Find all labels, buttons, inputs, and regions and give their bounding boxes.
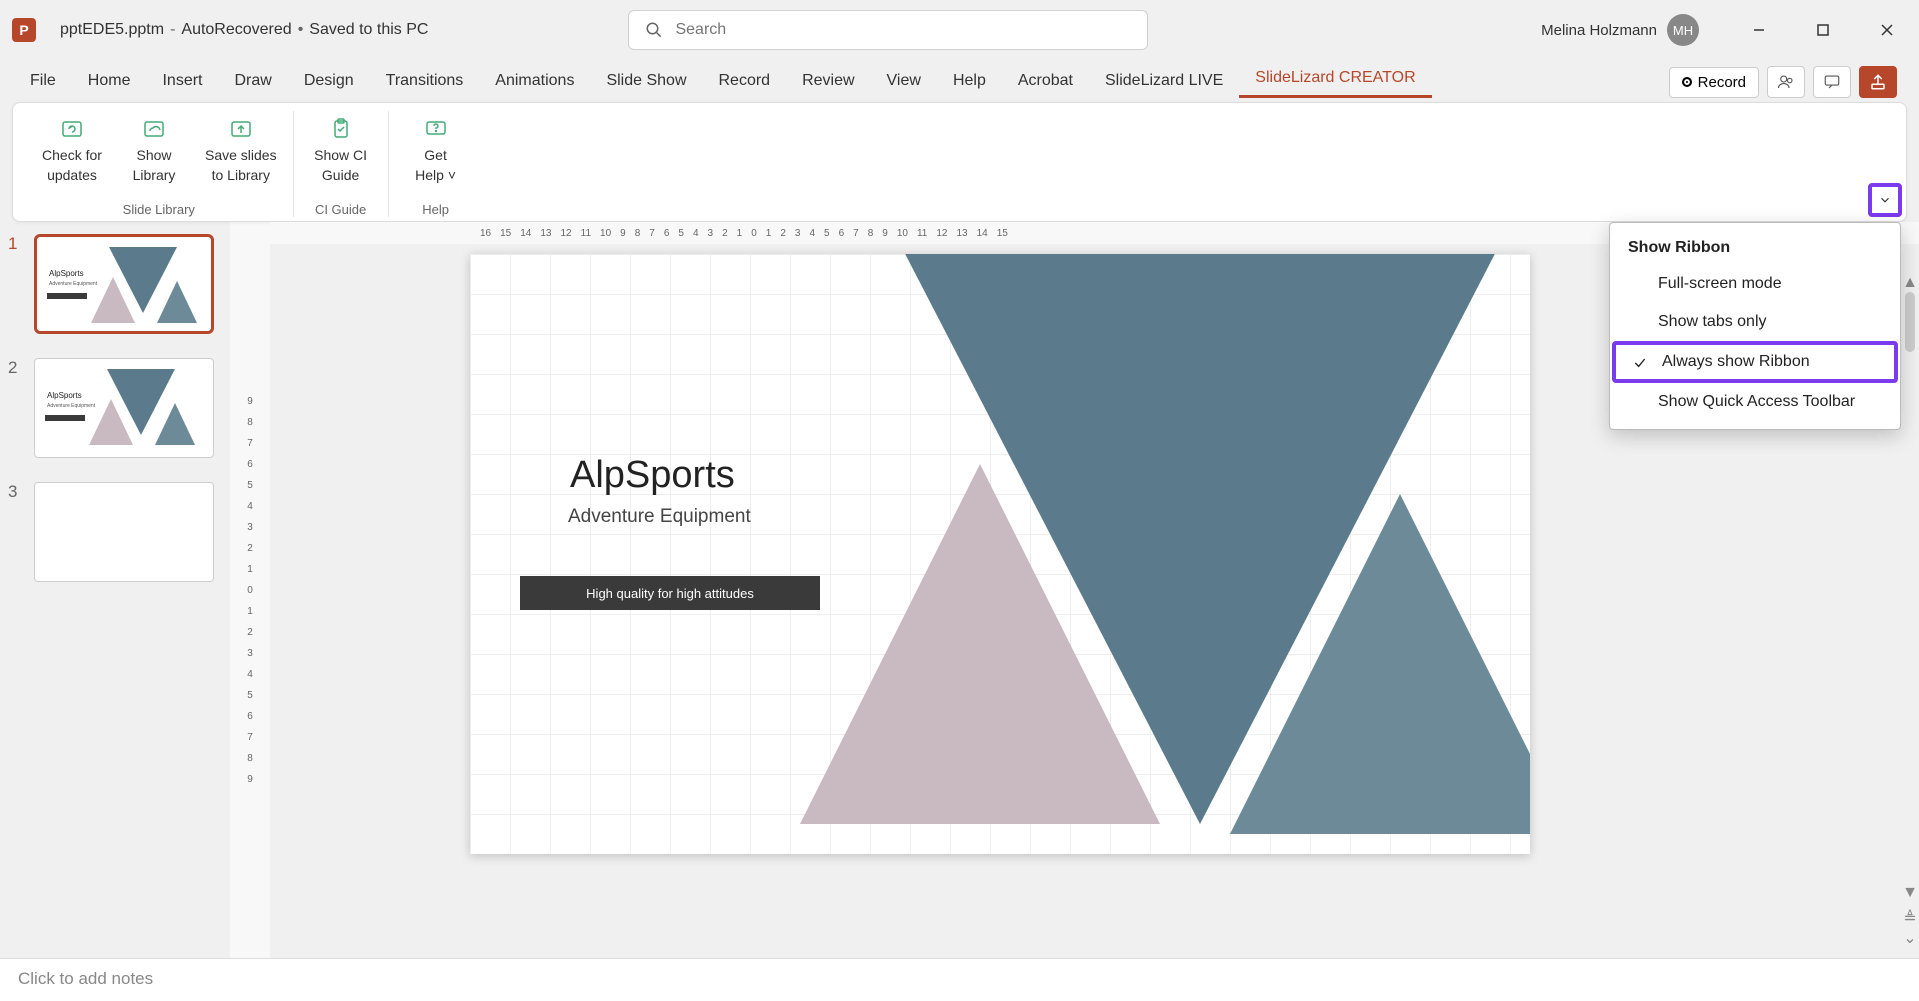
slide-canvas[interactable]: AlpSports Adventure Equipment High quali… xyxy=(470,254,1530,854)
title-bar: P pptEDE5.pptm - AutoRecovered • Saved t… xyxy=(0,0,1919,60)
menu-always-show-ribbon[interactable]: Always show Ribbon xyxy=(1614,343,1896,381)
ribbon-group-label: Slide Library xyxy=(123,202,195,217)
ribbon-group-label: Help xyxy=(422,202,449,217)
tab-acrobat[interactable]: Acrobat xyxy=(1002,64,1089,98)
tab-record[interactable]: Record xyxy=(703,64,787,98)
comments-button[interactable] xyxy=(1813,66,1851,98)
scrollbar-thumb[interactable] xyxy=(1905,292,1915,352)
share-button[interactable] xyxy=(1859,66,1897,98)
tab-draw[interactable]: Draw xyxy=(218,64,287,98)
search-icon xyxy=(645,21,663,39)
save-to-library-button[interactable]: Save slides to Library xyxy=(199,111,283,200)
tab-view[interactable]: View xyxy=(871,64,937,98)
app-icon: P xyxy=(12,18,36,42)
popup-title: Show Ribbon xyxy=(1610,231,1900,265)
tab-slidelizard-live[interactable]: SlideLizard LIVE xyxy=(1089,64,1239,98)
thumb-number: 2 xyxy=(8,358,24,378)
next-slide-icon[interactable]: ⌄ xyxy=(1903,928,1916,948)
slide-thumbnail-1[interactable]: AlpSports Adventure Equipment xyxy=(34,234,214,334)
scroll-down-icon[interactable]: ▼ xyxy=(1902,884,1918,902)
save-status-1: AutoRecovered xyxy=(181,21,291,39)
ribbon-group-ci-guide: Show CI Guide CI Guide xyxy=(294,111,389,217)
user-avatar: MH xyxy=(1667,14,1699,46)
notes-pane[interactable]: Click to add notes xyxy=(0,958,1919,1001)
minimize-button[interactable] xyxy=(1739,10,1779,50)
slide-subtitle[interactable]: Adventure Equipment xyxy=(568,506,751,528)
cloud-icon xyxy=(138,115,170,143)
user-name: Melina Holzmann xyxy=(1541,22,1657,39)
tab-slidelizard-creator[interactable]: SlideLizard CREATOR xyxy=(1239,61,1431,98)
upload-icon xyxy=(225,115,257,143)
thumb-number: 1 xyxy=(8,234,24,254)
show-ci-guide-button[interactable]: Show CI Guide xyxy=(304,111,378,200)
tab-home[interactable]: Home xyxy=(72,64,147,98)
menu-full-screen-mode[interactable]: Full-screen mode xyxy=(1610,265,1900,303)
show-ribbon-menu: Show Ribbon Full-screen mode Show tabs o… xyxy=(1609,222,1901,430)
user-account[interactable]: Melina Holzmann MH xyxy=(1541,14,1699,46)
collapse-ribbon-button[interactable] xyxy=(1868,183,1902,217)
slide-title[interactable]: AlpSports xyxy=(570,454,735,497)
triangle-image-3[interactable] xyxy=(1230,494,1530,834)
check-for-updates-button[interactable]: Check for updates xyxy=(35,111,109,200)
ribbon: Check for updates Show Library Save slid… xyxy=(12,102,1907,222)
tab-help[interactable]: Help xyxy=(937,64,1002,98)
ribbon-group-label: CI Guide xyxy=(315,202,366,217)
slide-thumbnails-panel: 1 AlpSports Adventure Equipment 2 AlpSpo… xyxy=(0,222,230,958)
refresh-icon xyxy=(56,115,88,143)
tab-animations[interactable]: Animations xyxy=(479,64,590,98)
show-library-button[interactable]: Show Library xyxy=(117,111,191,200)
ribbon-tabs: File Home Insert Draw Design Transitions… xyxy=(0,60,1919,98)
get-help-button[interactable]: Get Help ˅ xyxy=(399,111,473,200)
record-dot-icon xyxy=(1682,77,1692,87)
search-input[interactable] xyxy=(675,21,1131,39)
filename: pptEDE5.pptm xyxy=(60,21,164,39)
window-title: pptEDE5.pptm - AutoRecovered • Saved to … xyxy=(60,21,428,39)
thumb-number: 3 xyxy=(8,482,24,502)
tab-design[interactable]: Design xyxy=(288,64,370,98)
triangle-image-1[interactable] xyxy=(800,464,1160,824)
ribbon-group-slide-library: Check for updates Show Library Save slid… xyxy=(25,111,294,217)
close-button[interactable] xyxy=(1867,10,1907,50)
tab-transitions[interactable]: Transitions xyxy=(370,64,480,98)
tab-file[interactable]: File xyxy=(14,64,72,98)
scroll-up-icon[interactable]: ▲ xyxy=(1902,274,1918,292)
prev-slide-icon[interactable]: ≜ xyxy=(1903,908,1916,928)
ribbon-group-help: Get Help ˅ Help xyxy=(389,111,483,217)
clipboard-icon xyxy=(325,115,357,143)
menu-show-qat[interactable]: Show Quick Access Toolbar xyxy=(1610,383,1900,421)
tab-slideshow[interactable]: Slide Show xyxy=(590,64,702,98)
check-icon xyxy=(1632,355,1648,371)
search-box[interactable] xyxy=(628,10,1148,50)
save-status-2: Saved to this PC xyxy=(309,21,428,39)
record-button[interactable]: Record xyxy=(1669,67,1759,98)
slide-thumbnail-2[interactable]: AlpSports Adventure Equipment xyxy=(34,358,214,458)
tab-insert[interactable]: Insert xyxy=(146,64,218,98)
question-icon xyxy=(420,115,452,143)
maximize-button[interactable] xyxy=(1803,10,1843,50)
menu-show-tabs-only[interactable]: Show tabs only xyxy=(1610,303,1900,341)
slide-thumbnail-3[interactable] xyxy=(34,482,214,582)
vertical-scrollbar[interactable]: ▲ ▼ ≜ ⌄ xyxy=(1901,274,1919,948)
vertical-ruler: 987 654 321 012 345 678 9 xyxy=(230,222,270,958)
teams-present-button[interactable] xyxy=(1767,66,1805,98)
tab-review[interactable]: Review xyxy=(786,64,870,98)
slide-tagline[interactable]: High quality for high attitudes xyxy=(520,576,820,610)
